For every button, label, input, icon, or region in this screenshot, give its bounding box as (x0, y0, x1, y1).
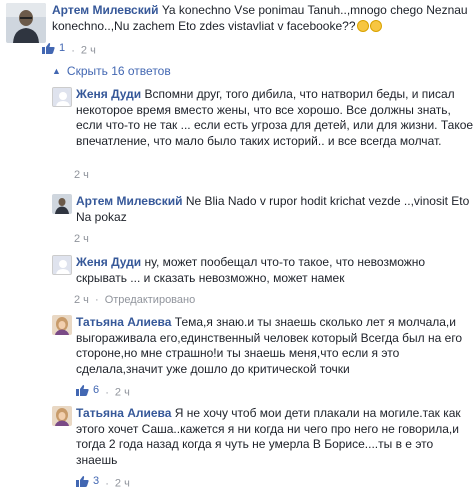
hide-replies-link[interactable]: ▲ Скрыть 16 ответов (50, 63, 171, 79)
reply-tatiana-4: Татьяна Алиева Тема,я знаю.и ты знаешь с… (52, 315, 473, 399)
reply-artem-2: Артем Милевский Ne Blia Nado v rupor hod… (52, 194, 473, 246)
reply-author[interactable]: Женя Дуди (76, 255, 141, 269)
avatar-photo-icon (6, 3, 46, 43)
default-avatar-icon (53, 256, 71, 274)
avatar[interactable] (52, 194, 72, 214)
reply-author[interactable]: Татьяна Алиева (76, 315, 171, 329)
thumbs-up-icon (76, 384, 89, 396)
reply-meta: 3 · 2 ч (76, 474, 130, 491)
reply-timestamp[interactable]: 2 ч (74, 169, 89, 181)
reply-meta: 2 ч (74, 168, 89, 182)
reply-meta: 2 ч (74, 232, 89, 246)
like-count: 1 (59, 42, 66, 54)
thumbs-up-icon (42, 42, 55, 54)
reply-meta: 6 · 2 ч (76, 383, 130, 400)
avatar[interactable] (52, 87, 72, 107)
avatar[interactable] (52, 255, 72, 275)
comment-meta: 1 · 2 ч (42, 41, 96, 58)
reply-text: Женя Дуди Вспомни друг, того дибила, что… (76, 87, 473, 149)
wink-emoji-icon (356, 19, 369, 32)
like-count-link[interactable]: 1 (42, 41, 65, 55)
like-count: 6 (93, 384, 100, 396)
reply-meta: 2 ч · Отредактировано (74, 294, 196, 306)
thumbs-up-icon (76, 475, 89, 487)
reply-timestamp[interactable]: 2 ч (115, 387, 130, 399)
like-count: 3 (93, 475, 100, 487)
default-avatar-icon (53, 88, 71, 106)
hide-replies-label: Скрыть 16 ответов (66, 64, 171, 78)
caret-up-icon: ▲ (52, 66, 61, 76)
reply-text: Артем Милевский Ne Blia Nado v rupor hod… (76, 194, 473, 225)
avatar[interactable] (52, 406, 72, 426)
reply-timestamp[interactable]: 2 ч (74, 294, 89, 306)
comment-text: Артем Милевский Ya konechno Vse ponimau … (52, 3, 472, 34)
comment-timestamp[interactable]: 2 ч (81, 45, 96, 57)
avatar[interactable] (6, 3, 46, 43)
like-count-link[interactable]: 6 (76, 383, 99, 397)
avatar-photo-icon (52, 406, 72, 426)
reply-timestamp[interactable]: 2 ч (74, 233, 89, 245)
reply-author[interactable]: Артем Милевский (76, 194, 182, 208)
avatar[interactable] (52, 315, 72, 335)
laughing-emoji-icon (369, 19, 382, 32)
like-count-link[interactable]: 3 (76, 474, 99, 488)
reply-author[interactable]: Татьяна Алиева (76, 406, 171, 420)
avatar-photo-icon (52, 194, 72, 214)
reply-text: Татьяна Алиева Я не хочу чтоб мои дети п… (76, 406, 473, 468)
reply-text: Женя Дуди ну, может пообещал что-то тако… (76, 255, 473, 286)
reply-tatiana-5: Татьяна Алиева Я не хочу чтоб мои дети п… (52, 406, 473, 492)
comment-thread: Артем Милевский Ya konechno Vse ponimau … (0, 0, 473, 495)
reply-zhenya-3: Женя Дуди ну, может пообещал что-то тако… (52, 255, 473, 306)
avatar-photo-icon (52, 315, 72, 335)
reply-zhenya-1: Женя Дуди Вспомни друг, того дибила, что… (52, 87, 473, 182)
reply-timestamp[interactable]: 2 ч (115, 478, 130, 490)
comment-artem-1: Артем Милевский Ya konechno Vse ponimau … (6, 3, 473, 58)
reply-author[interactable]: Женя Дуди (76, 87, 141, 101)
reply-text: Татьяна Алиева Тема,я знаю.и ты знаешь с… (76, 315, 473, 377)
edited-link[interactable]: Отредактировано (105, 294, 196, 306)
comment-author[interactable]: Артем Милевский (52, 3, 158, 17)
